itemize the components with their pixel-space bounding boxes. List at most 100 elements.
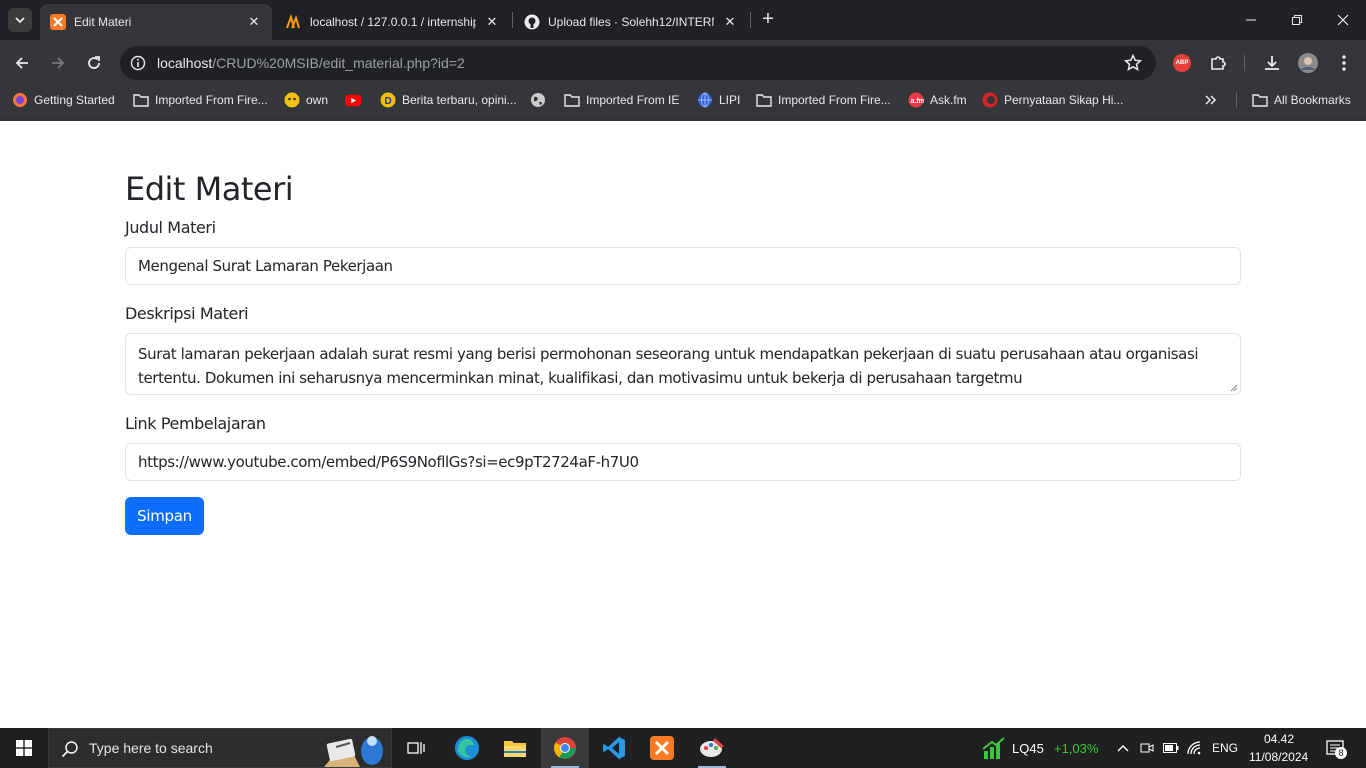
file-explorer-app[interactable] — [491, 728, 539, 768]
info-icon[interactable] — [130, 55, 146, 71]
toolbar-divider — [1244, 55, 1245, 71]
address-bar[interactable]: localhost/CRUD%20MSIB/edit_material.php?… — [120, 46, 1156, 80]
bookmark-youtube[interactable] — [345, 90, 367, 110]
svg-text:a.fm: a.fm — [911, 98, 925, 105]
task-view-button[interactable] — [392, 728, 440, 768]
new-tab-button[interactable]: + — [758, 9, 778, 30]
browser-toolbar: localhost/CRUD%20MSIB/edit_material.php?… — [0, 40, 1366, 86]
reload-button[interactable] — [82, 51, 106, 75]
link-input[interactable]: https://www.youtube.com/embed/P6S9NofllG… — [125, 443, 1241, 481]
resize-handle-icon[interactable] — [1230, 384, 1238, 392]
bookmark-label: Ask.fm — [930, 93, 967, 107]
clock-date[interactable]: 11/08/2024 — [1249, 750, 1308, 764]
paint-app[interactable] — [688, 728, 736, 768]
url-path: /CRUD%20MSIB/edit_material.php?id=2 — [212, 55, 465, 71]
close-icon — [1337, 14, 1349, 26]
bookmarks-overflow-button[interactable] — [1204, 90, 1218, 110]
back-button[interactable] — [10, 51, 34, 75]
downloads-button[interactable] — [1261, 52, 1283, 74]
close-icon[interactable]: ✕ — [722, 14, 738, 30]
firefox-icon — [12, 92, 28, 108]
bookmark-pernyataan[interactable]: Pernyataan Sikap Hi... — [982, 90, 1123, 110]
page-title: Edit Materi — [125, 170, 294, 208]
minimize-icon — [1246, 19, 1256, 21]
chevron-up-icon — [1117, 745, 1129, 752]
bookmark-globe[interactable] — [530, 90, 552, 110]
search-icon — [61, 741, 78, 758]
link-label: Link Pembelajaran — [125, 414, 266, 433]
wifi-button[interactable] — [1186, 739, 1204, 757]
minimize-button[interactable] — [1228, 0, 1274, 40]
download-icon — [1265, 56, 1279, 70]
vscode-app[interactable] — [590, 728, 638, 768]
judul-input[interactable]: Mengenal Surat Lamaran Pekerjaan — [125, 247, 1241, 285]
url-host: localhost — [157, 55, 213, 71]
forward-button[interactable] — [46, 51, 70, 75]
start-button[interactable] — [0, 728, 48, 768]
deskripsi-text: Surat lamaran pekerjaan adalah surat res… — [138, 345, 1199, 387]
wifi-icon — [1187, 741, 1201, 755]
star-icon[interactable] — [1124, 54, 1142, 72]
url-text[interactable]: localhost/CRUD%20MSIB/edit_material.php?… — [157, 55, 465, 71]
reload-icon — [88, 56, 100, 69]
bookmark-label: LIPI — [719, 93, 741, 107]
meet-now-button[interactable] — [1138, 739, 1156, 757]
tab-title: Upload files · Solehh12/INTERN — [548, 15, 714, 29]
all-bookmarks-button[interactable]: All Bookmarks — [1252, 90, 1351, 110]
simpan-button[interactable]: Simpan — [125, 497, 204, 535]
avatar-icon — [1298, 53, 1318, 73]
language-indicator[interactable]: ENG — [1212, 741, 1238, 755]
adblock-icon: ABP — [1173, 54, 1191, 72]
adblock-extension-button[interactable]: ABP — [1171, 52, 1193, 74]
show-hidden-icons-button[interactable] — [1114, 739, 1132, 757]
bookmark-berita[interactable]: D Berita terbaru, opini... — [380, 90, 517, 110]
close-window-button[interactable] — [1320, 0, 1366, 40]
bookmark-label: All Bookmarks — [1274, 93, 1351, 107]
chevron-down-icon — [15, 17, 25, 24]
bookmark-imported-firefox-2[interactable]: Imported From Fire... — [756, 90, 891, 110]
extensions-button[interactable] — [1207, 52, 1229, 74]
deskripsi-label: Deskripsi Materi — [125, 304, 249, 323]
deskripsi-textarea[interactable]: Surat lamaran pekerjaan adalah surat res… — [125, 333, 1241, 395]
search-highlight-icon — [324, 736, 383, 767]
tab-phpmyadmin[interactable]: localhost / 127.0.0.1 / internship ✕ — [276, 4, 510, 40]
folder-icon — [564, 92, 580, 108]
stock-name[interactable]: LQ45 — [1012, 741, 1044, 756]
tab-title: localhost / 127.0.0.1 / internship — [310, 15, 476, 29]
battery-button[interactable] — [1162, 739, 1180, 757]
judul-label: Judul Materi — [125, 218, 216, 237]
stock-chart-icon[interactable] — [982, 736, 1006, 760]
bookmark-getting-started[interactable]: Getting Started — [12, 90, 115, 110]
taskbar-search-box[interactable]: Type here to search — [48, 728, 392, 768]
meet-now-icon — [1140, 743, 1154, 753]
tab-edit-materi[interactable]: Edit Materi ✕ — [40, 4, 272, 40]
bookmark-askfm[interactable]: a.fm Ask.fm — [908, 90, 967, 110]
tab-search-button[interactable] — [8, 8, 32, 32]
profile-button[interactable] — [1297, 52, 1319, 74]
close-icon[interactable]: ✕ — [484, 14, 500, 30]
folder-icon — [133, 92, 149, 108]
close-icon[interactable]: ✕ — [246, 14, 262, 30]
menu-button[interactable] — [1333, 52, 1355, 74]
paint-icon — [700, 738, 724, 757]
red-logo-icon — [982, 92, 998, 108]
chrome-app[interactable] — [541, 728, 589, 768]
chevron-double-right-icon — [1205, 95, 1217, 105]
folder-icon — [504, 741, 526, 757]
bookmark-imported-firefox[interactable]: Imported From Fire... — [133, 90, 268, 110]
bookmarks-divider — [1236, 92, 1237, 108]
phpmyadmin-icon — [286, 14, 302, 30]
tab-github[interactable]: Upload files · Solehh12/INTERN ✕ — [514, 4, 748, 40]
folder-icon — [756, 92, 772, 108]
battery-icon — [1163, 743, 1179, 753]
notifications-button[interactable]: 8 — [1324, 738, 1348, 760]
bookmark-lipi[interactable]: LIPI — [697, 90, 740, 110]
clock-time[interactable]: 04.42 — [1264, 732, 1294, 746]
search-placeholder: Type here to search — [89, 740, 213, 756]
bookmark-imported-ie[interactable]: Imported From IE — [564, 90, 679, 110]
edge-app[interactable] — [443, 728, 491, 768]
emoji-icon — [284, 92, 300, 108]
restore-button[interactable] — [1274, 0, 1320, 40]
xampp-app[interactable] — [638, 728, 686, 768]
bookmark-own[interactable]: own — [284, 90, 328, 110]
